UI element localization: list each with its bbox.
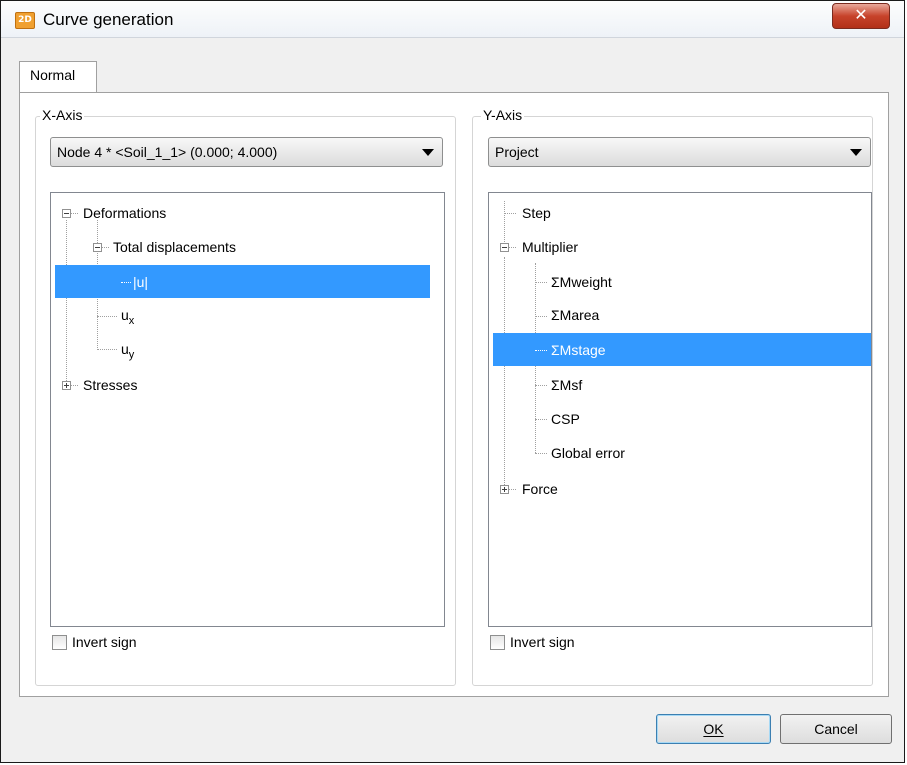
- x-axis-invert-checkbox[interactable]: [52, 635, 67, 650]
- tree-node-ux[interactable]: ux: [121, 300, 134, 330]
- tab-normal[interactable]: Normal: [19, 61, 97, 93]
- chevron-down-icon: [422, 149, 434, 156]
- tree-node-msf[interactable]: ΣMsf: [551, 370, 582, 400]
- x-axis-combo-value: Node 4 * <Soil_1_1> (0.000; 4.000): [57, 144, 278, 160]
- y-axis-tree[interactable]: Step Multiplier ΣMweight ΣMarea ΣMstage …: [488, 192, 872, 627]
- tree-node-stresses[interactable]: Stresses: [83, 370, 137, 400]
- tab-page-normal: X-Axis Node 4 * <Soil_1_1> (0.000; 4.000…: [19, 92, 889, 697]
- ok-button[interactable]: OK: [656, 714, 771, 744]
- tree-node-global-error[interactable]: Global error: [551, 438, 625, 468]
- close-button[interactable]: ✕: [832, 3, 890, 29]
- window-title: Curve generation: [43, 10, 174, 29]
- x-axis-group: X-Axis Node 4 * <Soil_1_1> (0.000; 4.000…: [35, 107, 456, 686]
- x-axis-tree[interactable]: Deformations Total displacements |u| ux …: [50, 192, 445, 627]
- y-axis-combo-value: Project: [495, 144, 539, 160]
- tree-node-step[interactable]: Step: [522, 198, 551, 228]
- tree-node-mstage[interactable]: ΣMstage: [551, 335, 606, 365]
- y-axis-invert-checkbox[interactable]: [490, 635, 505, 650]
- chevron-down-icon: [850, 149, 862, 156]
- x-axis-combo[interactable]: Node 4 * <Soil_1_1> (0.000; 4.000): [50, 137, 443, 167]
- y-axis-combo[interactable]: Project: [488, 137, 871, 167]
- app-icon: 2D: [15, 12, 35, 29]
- y-axis-group: Y-Axis Project Step Multiplier ΣMweight …: [472, 107, 873, 686]
- tree-node-deformations[interactable]: Deformations: [83, 198, 166, 228]
- y-axis-invert-label: Invert sign: [510, 634, 575, 650]
- curve-generation-dialog: 2D Curve generation ✕ Normal X-Axis Node…: [0, 0, 905, 763]
- tree-node-csp[interactable]: CSP: [551, 404, 580, 434]
- x-axis-label: X-Axis: [40, 107, 85, 123]
- tree-node-marea[interactable]: ΣMarea: [551, 300, 599, 330]
- y-axis-label: Y-Axis: [481, 107, 525, 123]
- tree-node-force[interactable]: Force: [522, 474, 558, 504]
- collapse-icon[interactable]: [93, 243, 102, 252]
- tree-node-total-displacements[interactable]: Total displacements: [113, 232, 236, 262]
- title-bar: 2D Curve generation ✕: [1, 1, 904, 38]
- tree-selection-highlight: [493, 333, 871, 366]
- tree-node-u-magnitude[interactable]: |u|: [133, 267, 148, 297]
- collapse-icon[interactable]: [500, 243, 509, 252]
- close-icon: ✕: [854, 5, 868, 24]
- tree-node-multiplier[interactable]: Multiplier: [522, 232, 578, 262]
- expand-icon[interactable]: [500, 485, 509, 494]
- expand-icon[interactable]: [62, 381, 71, 390]
- cancel-button[interactable]: Cancel: [780, 714, 892, 744]
- tree-selection-highlight: [55, 265, 430, 298]
- x-axis-invert-label: Invert sign: [72, 634, 137, 650]
- collapse-icon[interactable]: [62, 209, 71, 218]
- tree-node-mweight[interactable]: ΣMweight: [551, 267, 612, 297]
- tree-node-uy[interactable]: uy: [121, 334, 134, 364]
